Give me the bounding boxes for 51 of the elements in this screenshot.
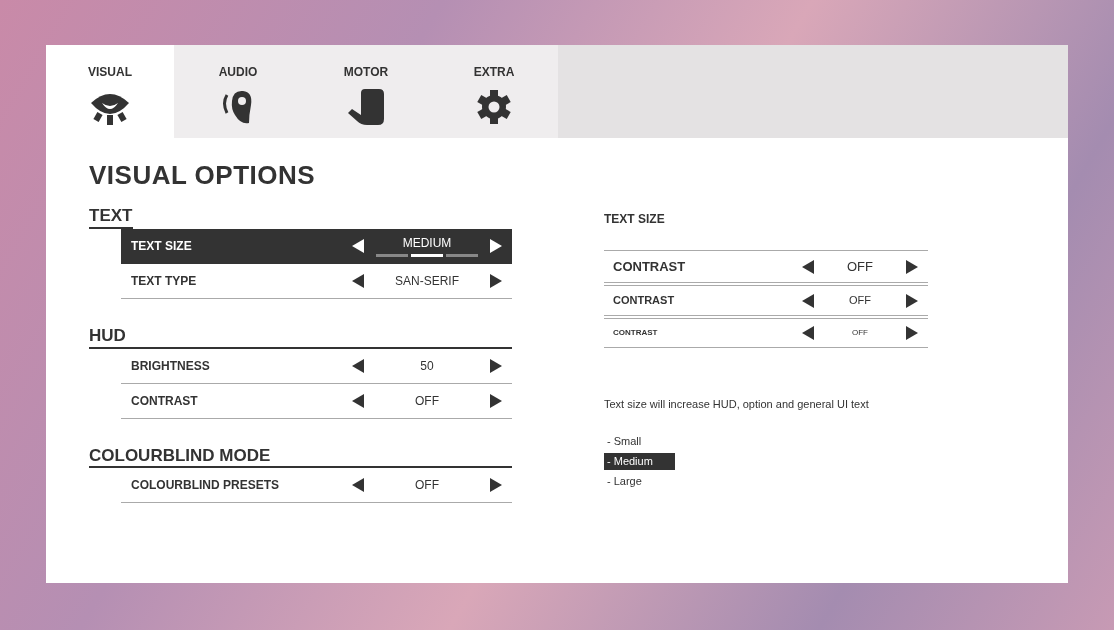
tab[interactable]: VISUAL	[46, 45, 174, 138]
option-value: OFF	[852, 327, 868, 339]
option-label: TEXT SIZE	[131, 238, 192, 253]
left-arrow-icon[interactable]	[352, 358, 364, 373]
option-row[interactable]: COLOURBLIND PRESETS OFF	[121, 468, 512, 504]
option-value: OFF	[415, 477, 439, 495]
tab[interactable]: AUDIO	[174, 45, 302, 138]
option-value: OFF	[415, 392, 439, 410]
option-value: 50	[420, 357, 434, 375]
hand-icon	[347, 89, 385, 125]
section-heading: HUD	[89, 326, 512, 349]
right-arrow-icon[interactable]	[906, 293, 918, 308]
option-row[interactable]: BRIGHTNESS 50	[121, 348, 512, 384]
option-label: BRIGHTNESS	[131, 358, 210, 373]
tab[interactable]: MOTOR	[302, 45, 430, 138]
right-arrow-icon[interactable]	[490, 478, 502, 493]
description-text: Text size will increase HUD, option and general UI text	[604, 397, 870, 412]
right-arrow-icon[interactable]	[906, 259, 918, 274]
option-row[interactable]: TEXT SIZE MEDIUM	[121, 228, 512, 264]
option-label: COLOURBLIND PRESETS	[131, 478, 279, 493]
right-arrow-icon[interactable]	[490, 358, 502, 373]
right-arrow-icon[interactable]	[490, 273, 502, 288]
right-arrow-icon[interactable]	[490, 393, 502, 408]
size-option[interactable]: - Large	[604, 472, 675, 490]
option-label: CONTRAST	[613, 328, 658, 337]
left-arrow-icon[interactable]	[352, 273, 364, 288]
option-label: CONTRAST	[131, 393, 198, 408]
left-arrow-icon[interactable]	[802, 293, 814, 308]
page-title: VISUAL OPTIONS	[89, 160, 317, 192]
left-arrow-icon[interactable]	[802, 326, 814, 340]
tab[interactable]: EXTRA	[430, 45, 558, 138]
option-label: TEXT TYPE	[131, 273, 197, 288]
right-arrow-icon[interactable]	[490, 238, 502, 253]
option-label: CONTRAST	[613, 258, 686, 274]
option-value: OFF	[849, 293, 871, 309]
option-label: CONTRAST	[613, 294, 675, 307]
option-value: OFF	[847, 257, 873, 276]
left-arrow-icon[interactable]	[802, 259, 814, 274]
left-arrow-icon[interactable]	[352, 238, 364, 253]
size-option[interactable]: - Small	[604, 432, 675, 450]
section-heading: COLOURBLIND MODE	[89, 446, 512, 469]
option-value: MEDIUM	[402, 235, 452, 253]
gear-icon	[476, 89, 512, 125]
left-arrow-icon[interactable]	[352, 393, 364, 408]
right-arrow-icon[interactable]	[906, 326, 918, 340]
size-option[interactable]: - Medium	[604, 452, 675, 470]
option-row[interactable]: CONTRAST OFF	[121, 383, 512, 419]
option-row[interactable]: TEXT TYPE SAN-SERIF	[121, 263, 512, 299]
left-arrow-icon[interactable]	[352, 478, 364, 493]
option-value: SAN-SERIF	[395, 272, 459, 290]
preview-heading: TEXT SIZE	[604, 211, 666, 228]
